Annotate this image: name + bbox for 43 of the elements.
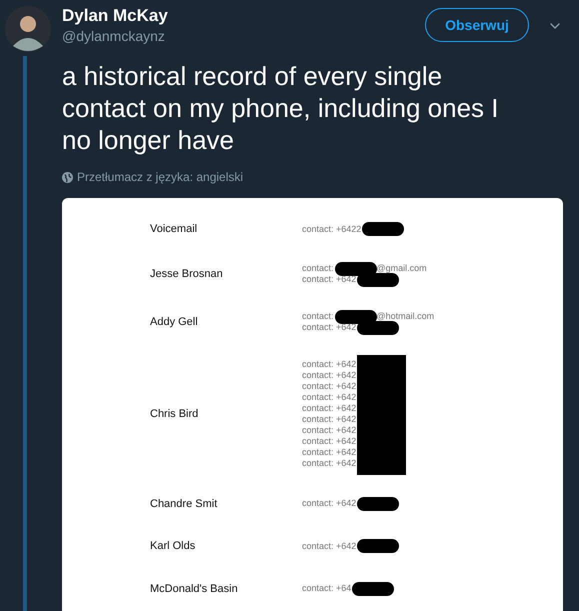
contact-text: contact: +642 [302, 273, 356, 286]
contact-text: @gmail.com [376, 262, 427, 276]
author-name[interactable]: Dylan McKay [62, 6, 425, 26]
contact-text: contact: +642 [302, 540, 356, 552]
follow-button[interactable]: Obserwuj [425, 8, 529, 42]
contact-text: contact: +642 [302, 391, 356, 404]
contact-name: Jesse Brosnan [150, 267, 224, 282]
contact-name: Chris Bird [150, 407, 200, 422]
redaction-mark [357, 496, 400, 511]
redaction-mark [334, 262, 377, 276]
attached-image[interactable] [62, 198, 563, 611]
contact-text: contact: +642 [302, 446, 356, 460]
redaction-mark [334, 310, 377, 324]
redaction-mark [357, 273, 400, 287]
contact-text: contact: +642 [302, 497, 356, 510]
contact-text: contact: +642 [302, 413, 356, 426]
avatar[interactable] [5, 6, 51, 52]
redaction-mark [357, 321, 400, 335]
author-handle[interactable]: @dylanmckaynz [62, 26, 425, 46]
contact-text: contact: [302, 262, 334, 276]
contact-text: contact: +642 [302, 321, 356, 334]
contact-name: Chandre Smit [150, 496, 218, 512]
globe-icon [62, 172, 73, 182]
contact-text: contact: +642 [302, 402, 356, 416]
contact-name: McDonald's Basin [150, 582, 239, 596]
contact-text: contact: [302, 310, 334, 324]
redaction-mark [352, 582, 394, 596]
redaction-mark [362, 222, 404, 236]
contact-text: contact: +642 [302, 358, 356, 372]
contact-name: Karl Olds [150, 539, 196, 554]
tweet-text: a historical record of every single contact on my phone, including ones I no longer have [62, 60, 500, 156]
contact-text: contact: +64 [302, 582, 352, 595]
redaction-mark [357, 539, 400, 554]
contact-text: contact: +642 [302, 457, 356, 470]
contact-name: Voicemail [150, 222, 198, 237]
translate-link[interactable]: Przetłumacz z języka: angielski [77, 168, 244, 186]
contact-text: contact: +642 [302, 369, 356, 382]
contact-text: contact: +6422 [302, 222, 362, 236]
contact-text: contact: +642 [302, 435, 356, 448]
contact-text: contact: +642 [302, 424, 356, 438]
contact-text: contact: +642 [302, 380, 356, 394]
contact-text: @hotmail.com [376, 310, 434, 324]
contact-name: Addy Gell [150, 315, 199, 330]
